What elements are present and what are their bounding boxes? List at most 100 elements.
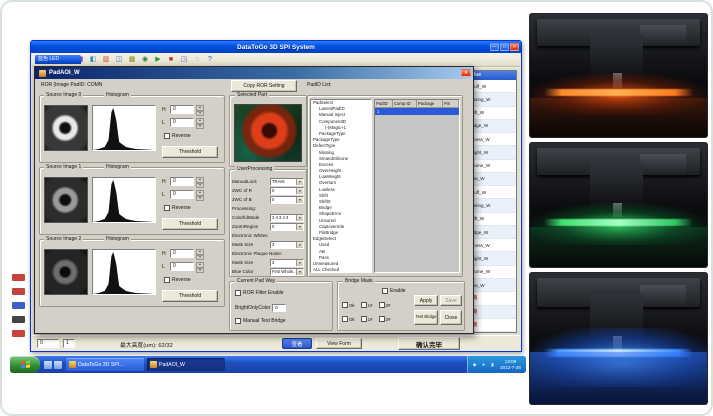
tray-icon[interactable]: ● [480,361,487,368]
chevron-down-icon[interactable]: ▼ [296,269,303,275]
column-header[interactable]: Comp ID [393,100,417,108]
maximize-button[interactable]: □ [500,43,509,51]
column-header[interactable]: PadID [375,100,393,108]
checkbox[interactable] [382,288,388,294]
copy-ror-setting-button[interactable]: Copy ROR Setting [231,80,297,92]
taskbar-task[interactable]: PadAOI_W [147,358,225,371]
threshold-button[interactable]: Threshold [162,146,218,158]
dialog-titlebar[interactable]: PadAOI_W × [35,67,473,79]
spinner[interactable]: ▲▼ [196,190,204,199]
manual-test-bridge[interactable]: Manual Test Bridge [235,318,286,324]
reverse-checkbox-row[interactable]: Reverse [164,133,191,139]
toolbar-icon[interactable]: ? [205,55,215,65]
chevron-down-icon[interactable]: ▼ [296,224,303,230]
reverse-checkbox-row[interactable]: Reverse [164,277,191,283]
bridge-option[interactable]: 2# [379,302,391,308]
test-bridge-button[interactable]: Test Bridge [414,310,438,325]
spinner[interactable]: ▲▼ [196,249,204,258]
toolbar-icon[interactable]: ■ [166,55,176,65]
close-button[interactable]: × [510,43,519,51]
toolbar-icon[interactable]: ▥ [101,55,111,65]
ror-filter-enable[interactable]: ROR Filter Enable [235,290,284,296]
chevron-down-icon[interactable]: ▼ [296,260,303,266]
threshold-high-input[interactable]: 0 [170,177,194,186]
chevron-down-icon[interactable]: ▼ [296,188,303,194]
checkbox[interactable] [342,316,348,322]
toolbar-icon[interactable]: ▩ [127,55,137,65]
dropdown[interactable]: 3 ▼ [270,259,304,267]
lit-pcb-band [544,89,693,96]
taskbar-task[interactable]: DataToGo 3D SPI... [66,358,144,371]
threshold-low-input[interactable]: 0 [170,190,194,199]
dropdown[interactable]: TRAIN ▼ [270,178,304,186]
spinner[interactable]: ▲▼ [196,105,204,114]
checkbox[interactable] [235,318,241,324]
status-value-1[interactable]: 0 [37,339,59,348]
spinner[interactable]: ▲▼ [196,177,204,186]
start-button[interactable] [10,356,40,373]
confirm-complete-button[interactable]: 确认完毕 [398,337,460,350]
dropdown[interactable]: 0 ▼ [270,223,304,231]
reverse-checkbox[interactable] [164,205,170,211]
dropdown[interactable]: 0 ▼ [270,187,304,195]
checkbox[interactable] [342,302,348,308]
bridge-option[interactable]: 1# [361,302,373,308]
dropdown[interactable]: First Whole.. ▼ [270,268,304,276]
view-button-cn[interactable]: 查看 [282,338,312,349]
selected-row[interactable]: 1 [375,108,459,115]
save-button[interactable]: Save [440,295,462,306]
view-form-button[interactable]: View Form [316,338,362,349]
quick-launch-icon[interactable] [54,361,62,369]
threshold-low-input[interactable]: 0 [170,262,194,271]
chevron-down-icon[interactable]: ▼ [296,197,303,203]
toolbar-icon[interactable]: ◌ [192,55,202,65]
spinner[interactable]: ▲▼ [196,262,204,271]
column-header[interactable]: Package [417,100,443,108]
chevron-down-icon[interactable]: ▼ [296,242,303,248]
apply-button[interactable]: Apply [414,295,438,306]
threshold-low-input[interactable]: 0 [170,118,194,127]
toolbar-icon[interactable]: ▶ [153,55,163,65]
reverse-checkbox[interactable] [164,277,170,283]
checkbox[interactable] [361,316,367,322]
bridge-option[interactable]: Ok [342,302,355,308]
dialog-close-button[interactable]: × [461,69,471,77]
checkbox[interactable] [379,302,385,308]
clock[interactable]: 13:09 2012-7-26 [498,359,523,370]
spinner[interactable]: ▲▼ [196,118,204,127]
dropdown[interactable]: 3 4 3 4 3 ▼ [270,214,304,222]
minimize-button[interactable]: ─ [490,43,499,51]
checkbox[interactable] [361,302,367,308]
toolbar-icon[interactable]: ◧ [88,55,98,65]
tray-icon[interactable]: ▮ [489,361,496,368]
background-window-titlebar[interactable]: 蓝色 LED [35,55,81,64]
checkbox[interactable] [379,316,385,322]
checkbox[interactable] [235,290,241,296]
reverse-checkbox[interactable] [164,133,170,139]
reverse-checkbox-row[interactable]: Reverse [164,205,191,211]
toolbar-icon[interactable]: ◉ [140,55,150,65]
bridge-option[interactable]: 2# [379,316,391,322]
column-header[interactable]: Pin [443,100,459,108]
chevron-down-icon[interactable]: ▼ [296,215,303,221]
threshold-button[interactable]: Threshold [162,290,218,302]
toolbar-icon[interactable]: ◫ [114,55,124,65]
threshold-high-input[interactable]: 0 [170,249,194,258]
quick-launch-icon[interactable] [44,361,52,369]
tray-icon[interactable]: ◆ [471,361,478,368]
bridge-mask-enable[interactable]: Enable [382,288,406,294]
status-value-2[interactable]: 1 [63,339,75,348]
close-dialog-button[interactable]: Close [440,310,462,325]
threshold-high-input[interactable]: 0 [170,105,194,114]
dropdown[interactable]: 0 ▼ [270,196,304,204]
bright-only-color-input[interactable]: 0 [272,304,286,312]
toolbar-icon[interactable]: ◳ [179,55,189,65]
threshold-button[interactable]: Threshold [162,218,218,230]
tree-item[interactable]: ALL Checked [311,267,371,273]
bridge-option[interactable]: 1# [361,316,373,322]
main-window-titlebar[interactable]: DataToGo 3D SPI System ─ □ × [31,41,521,53]
chevron-down-icon[interactable]: ▼ [296,179,303,185]
source-image-title: Source Image 1 [44,164,83,170]
bridge-option[interactable]: Ok [342,316,355,322]
dropdown[interactable]: 3 ▼ [270,241,304,249]
